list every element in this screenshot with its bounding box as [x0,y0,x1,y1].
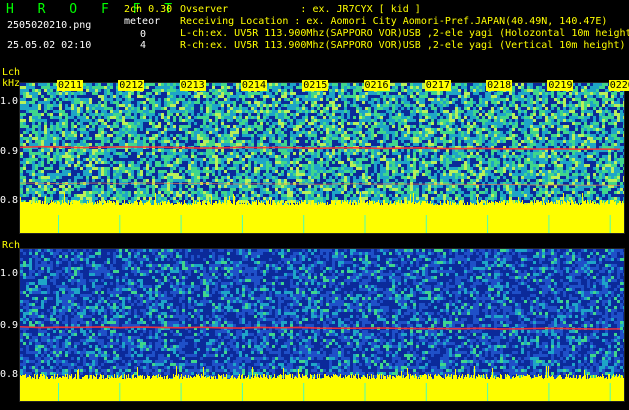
rch-label: Rch [2,240,21,251]
time-tick-0212: 0212 [118,80,145,91]
file-name: 2505020210.png [7,20,92,31]
time-tick-0214: 0214 [240,80,267,91]
time-tick-0216: 0216 [363,80,390,91]
rch-ytick-0.8: 0.8 [0,369,19,380]
time-tick-0218: 0218 [486,80,513,91]
meteor-label: meteor [124,16,161,27]
lch-spectrogram [19,82,625,234]
rch-spectrogram-canvas [20,249,624,401]
rch-spectrogram [19,248,625,402]
time-tick-0219: 0219 [547,80,574,91]
lch-spectrogram-canvas [20,83,624,233]
lch-label: Lch [2,67,21,78]
meteor-count-rch: 4 [140,40,147,51]
app-version: 2ch 0.30 [124,4,173,15]
khz-label: kHz [2,78,21,89]
location-info: Receiving Location : ex. Aomori City Aom… [180,16,608,27]
time-tick-0213: 0213 [179,80,206,91]
rch-ytick-0.9: 0.9 [0,320,19,331]
observer-info: Ovserver : ex. JR7CYX [ kid ] [180,4,421,15]
time-tick-0220: 0220 [608,80,629,91]
time-tick-0217: 0217 [424,80,451,91]
time-tick-0211: 0211 [57,80,84,91]
capture-datetime: 25.05.02 02:10 [7,40,92,51]
rch-ytick-1.0: 1.0 [0,268,19,279]
lch-ytick-0.8: 0.8 [0,195,19,206]
rch-info: R-ch:ex. UV5R 113.900Mhz(SAPPORO VOR)USB… [180,40,626,51]
time-tick-0215: 0215 [302,80,329,91]
meteor-count-lch: 0 [140,29,147,40]
lch-ytick-1.0: 1.0 [0,96,19,107]
header-panel: H R O F F T 2505020210.png 25.05.02 02:1… [0,0,629,64]
lch-ytick-0.9: 0.9 [0,146,19,157]
lch-info: L-ch:ex. UV5R 113.900Mhz(SAPPORO VOR)USB… [180,28,629,39]
